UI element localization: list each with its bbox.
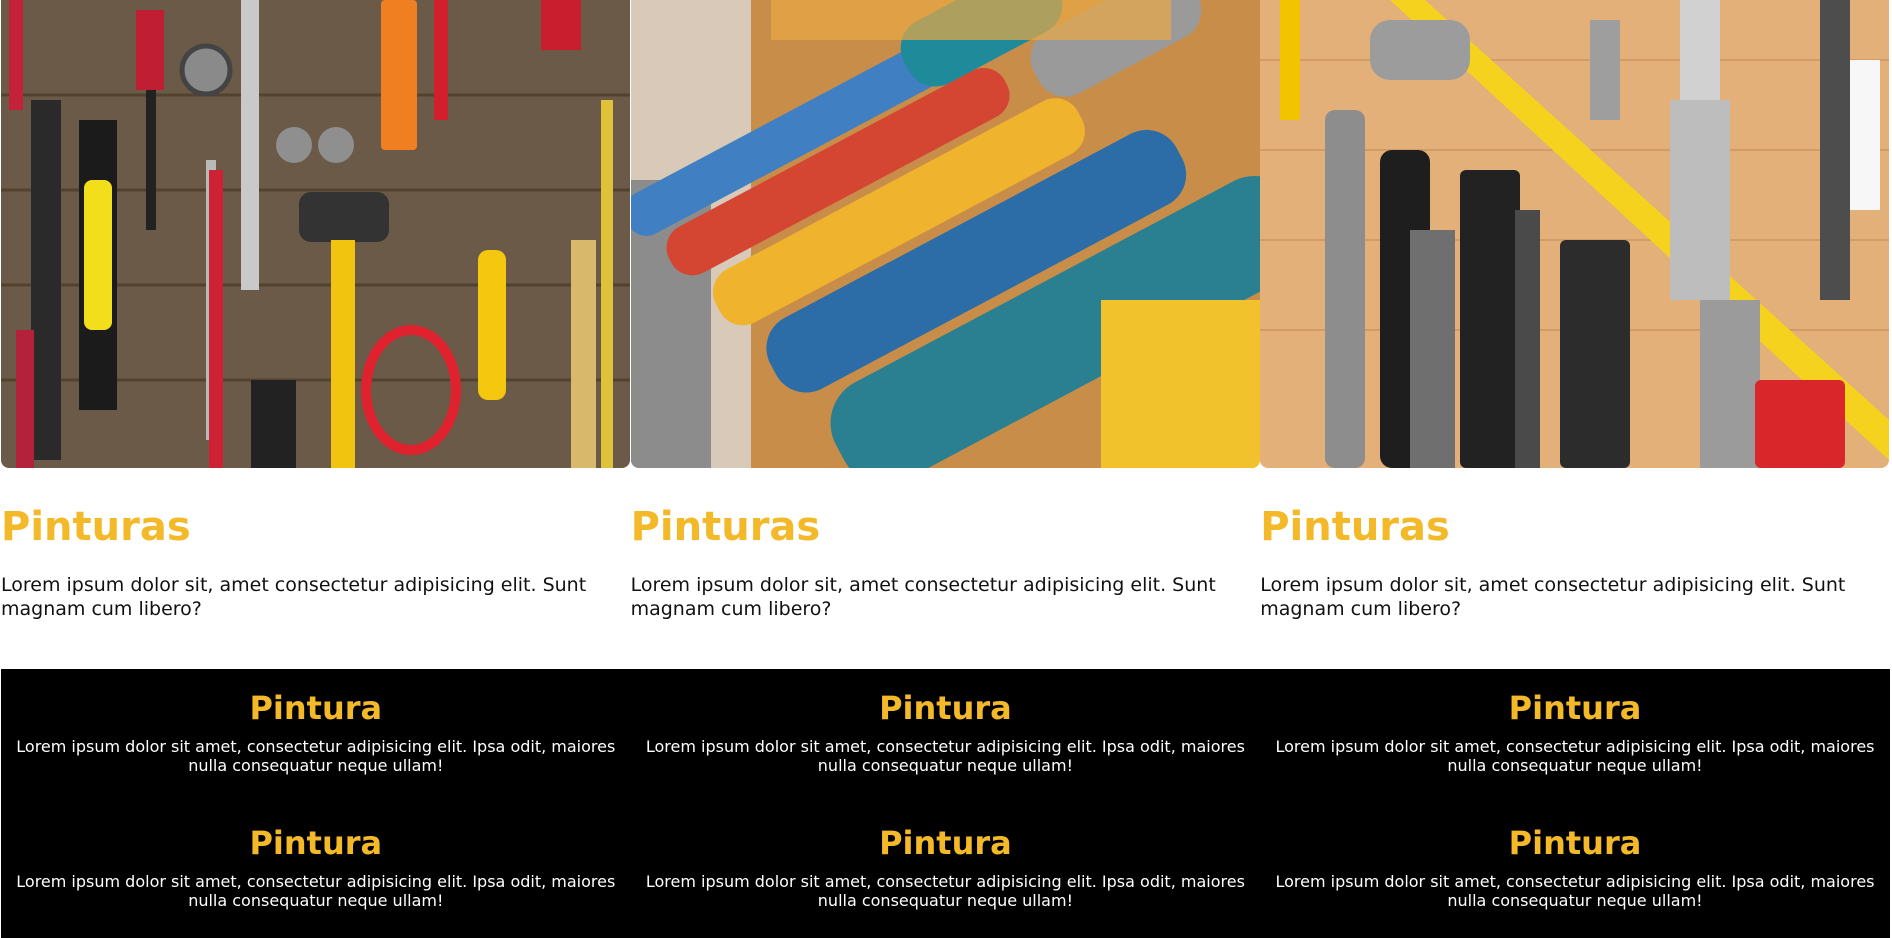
feature-description: Lorem ipsum dolor sit amet, consectetur … [1275, 737, 1875, 775]
feature-title: Pintura [249, 689, 383, 727]
feature-description: Lorem ipsum dolor sit amet, consectetur … [1275, 872, 1875, 910]
feature-item: Pintura Lorem ipsum dolor sit amet, cons… [631, 669, 1261, 804]
card-title: Pinturas [1, 504, 191, 550]
feature-description: Lorem ipsum dolor sit amet, consectetur … [645, 737, 1245, 775]
page: Pinturas Lorem ipsum dolor sit, amet con… [0, 0, 1892, 938]
card-description: Lorem ipsum dolor sit, amet consectetur … [630, 574, 1216, 620]
product-card[interactable]: Pinturas Lorem ipsum dolor sit, amet con… [1260, 0, 1890, 669]
feature-title: Pintura [1508, 824, 1642, 862]
feature-description: Lorem ipsum dolor sit amet, consectetur … [16, 737, 616, 775]
feature-item: Pintura Lorem ipsum dolor sit amet, cons… [631, 804, 1261, 938]
feature-title: Pintura [1508, 689, 1642, 727]
tools-and-tape-measure-photo [1260, 0, 1890, 468]
feature-description: Lorem ipsum dolor sit amet, consectetur … [645, 872, 1245, 910]
feature-title: Pintura [879, 689, 1012, 727]
hand-tools-on-wood-photo [1, 0, 630, 468]
card-title: Pinturas [1260, 504, 1450, 550]
feature-item: Pintura Lorem ipsum dolor sit amet, cons… [1260, 804, 1890, 938]
feature-item: Pintura Lorem ipsum dolor sit amet, cons… [1, 804, 631, 938]
feature-title: Pintura [249, 824, 383, 862]
product-card[interactable]: Pinturas Lorem ipsum dolor sit, amet con… [630, 0, 1261, 669]
card-description: Lorem ipsum dolor sit, amet consectetur … [1, 574, 587, 620]
feature-item: Pintura Lorem ipsum dolor sit amet, cons… [1, 669, 631, 804]
power-grinders-photo [630, 0, 1260, 468]
card-description: Lorem ipsum dolor sit, amet consectetur … [1260, 574, 1846, 620]
feature-title: Pintura [879, 824, 1012, 862]
product-cards: Pinturas Lorem ipsum dolor sit, amet con… [1, 0, 1890, 669]
feature-description: Lorem ipsum dolor sit amet, consectetur … [16, 872, 616, 910]
card-title: Pinturas [630, 504, 821, 550]
feature-item: Pintura Lorem ipsum dolor sit amet, cons… [1260, 669, 1890, 804]
features-band: Pintura Lorem ipsum dolor sit amet, cons… [1, 669, 1890, 938]
product-card[interactable]: Pinturas Lorem ipsum dolor sit, amet con… [1, 0, 631, 669]
